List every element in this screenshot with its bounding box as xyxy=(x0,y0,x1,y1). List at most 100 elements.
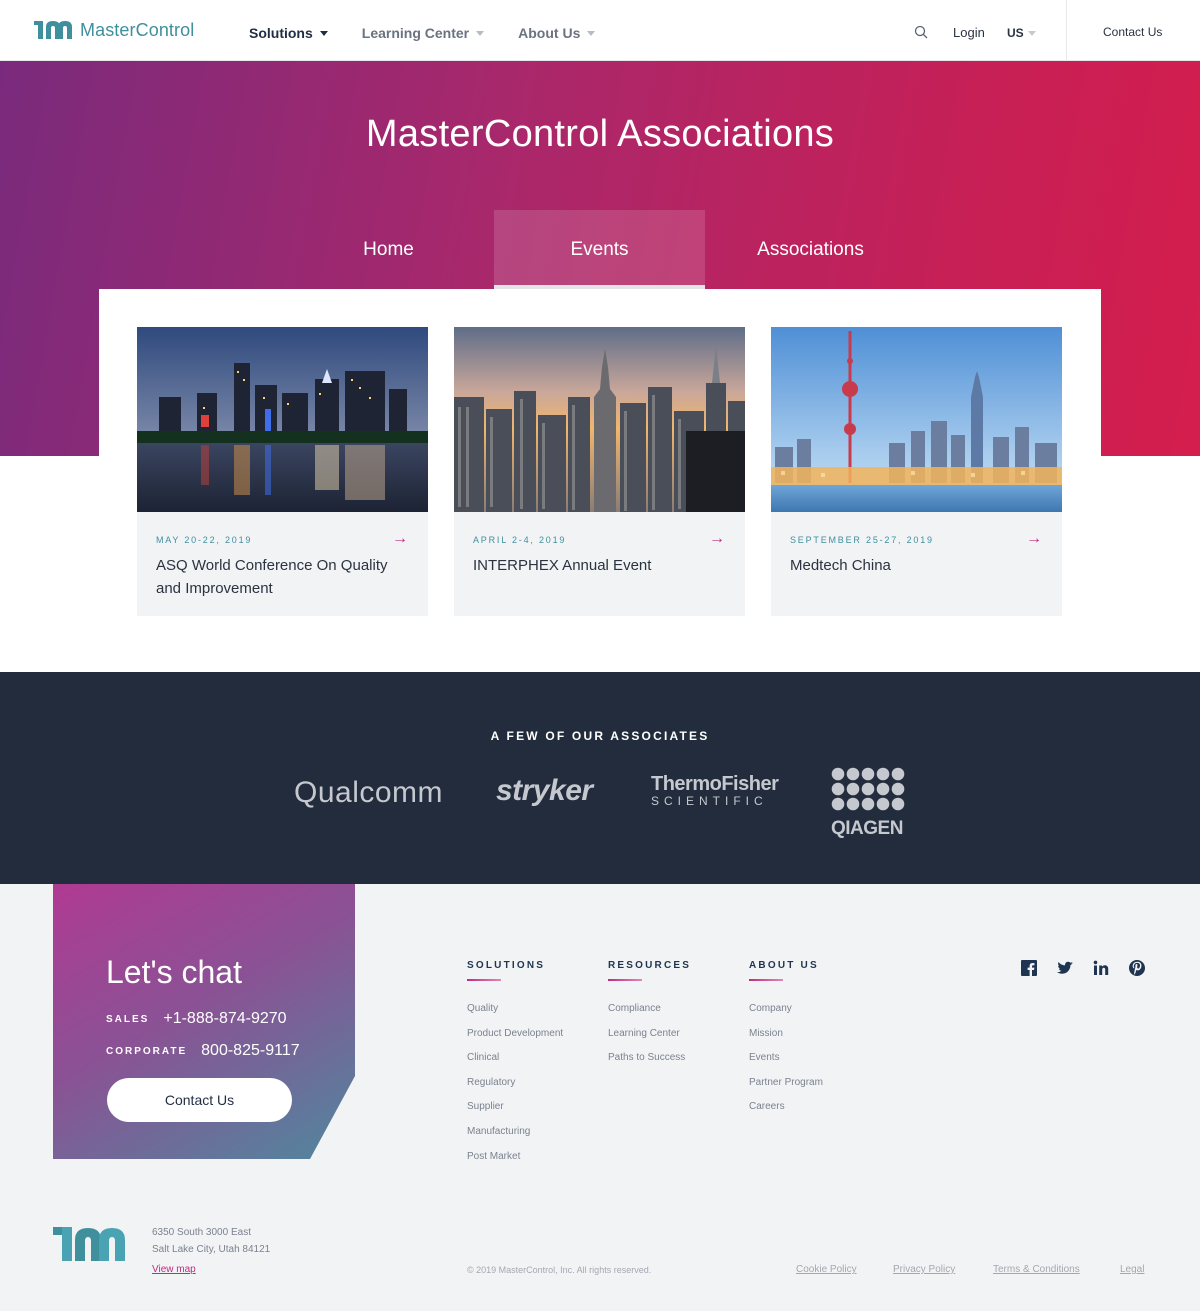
event-title: Medtech China xyxy=(790,557,891,574)
event-date: APRIL 2-4, 2019 xyxy=(473,535,567,545)
mastercontrol-footer-logo-icon[interactable] xyxy=(53,1226,128,1263)
footer-link[interactable]: Company xyxy=(749,1003,823,1028)
address-line-2: Salt Lake City, Utah 84121 xyxy=(152,1244,271,1255)
footer-link[interactable]: Partner Program xyxy=(749,1077,823,1102)
mastercontrol-logo-icon xyxy=(34,21,72,39)
event-date: MAY 20-22, 2019 xyxy=(156,535,253,545)
copyright-text: © 2019 MasterControl, Inc. All rights re… xyxy=(467,1265,652,1275)
cookie-policy-link[interactable]: Cookie Policy xyxy=(796,1264,857,1275)
event-image-austin-skyline xyxy=(137,327,428,512)
privacy-policy-link[interactable]: Privacy Policy xyxy=(893,1264,955,1275)
facebook-icon[interactable] xyxy=(1020,959,1038,977)
terms-conditions-link[interactable]: Terms & Conditions xyxy=(993,1264,1080,1275)
login-link[interactable]: Login xyxy=(953,25,985,40)
footer-column-heading: SOLUTIONS xyxy=(467,960,546,971)
arrow-right-icon[interactable]: → xyxy=(1026,530,1042,548)
heading-underline xyxy=(749,979,783,981)
pinterest-icon[interactable] xyxy=(1128,959,1146,977)
chat-title: Let's chat xyxy=(106,954,242,990)
footer-column-about-us: ABOUT US Company Mission Events Partner … xyxy=(749,960,823,1126)
chevron-down-icon xyxy=(1027,31,1036,36)
linkedin-icon[interactable] xyxy=(1092,959,1110,977)
chevron-down-icon xyxy=(319,31,328,36)
locale-selector[interactable]: US xyxy=(1007,26,1036,40)
event-date: SEPTEMBER 25-27, 2019 xyxy=(790,535,934,545)
page-title: MasterControl Associations xyxy=(365,113,835,155)
footer-link[interactable]: Paths to Success xyxy=(608,1052,691,1077)
legal-link[interactable]: Legal xyxy=(1120,1264,1144,1275)
footer-link[interactable]: Product Development xyxy=(467,1028,563,1053)
heading-underline xyxy=(608,979,642,981)
thermofisher-logo-top: ThermoFisher xyxy=(651,773,779,795)
twitter-icon[interactable] xyxy=(1056,959,1074,977)
sales-label: SALES xyxy=(106,1013,150,1025)
footer-link[interactable]: Compliance xyxy=(608,1003,691,1028)
sales-phone[interactable]: +1-888-874-9270 xyxy=(163,1010,286,1028)
section-tabs: Home Events Associations xyxy=(283,210,916,289)
contact-us-button[interactable]: Contact Us xyxy=(107,1078,292,1122)
footer-link[interactable]: Learning Center xyxy=(608,1028,691,1053)
address-line-1: 6350 South 3000 East xyxy=(152,1227,251,1238)
tab-associations[interactable]: Associations xyxy=(705,210,916,289)
event-card[interactable]: APRIL 2-4, 2019 → INTERPHEX Annual Event xyxy=(454,327,745,616)
mastercontrol-logo[interactable]: MasterControl xyxy=(34,19,194,41)
heading-underline xyxy=(467,979,501,981)
event-card[interactable]: MAY 20-22, 2019 → ASQ World Conference O… xyxy=(137,327,428,616)
stryker-logo: stryker xyxy=(496,774,593,807)
footer-column-resources: RESOURCES Compliance Learning Center Pat… xyxy=(608,960,691,1077)
corporate-phone[interactable]: 800-825-9117 xyxy=(201,1042,299,1060)
view-map-link[interactable]: View map xyxy=(152,1264,196,1275)
lets-chat-card: Let's chat SALES +1-888-874-9270 CORPORA… xyxy=(53,884,355,1159)
corporate-label: CORPORATE xyxy=(106,1045,188,1057)
footer-link[interactable]: Manufacturing xyxy=(467,1126,563,1151)
associates-title: A FEW OF OUR ASSOCIATES xyxy=(490,729,710,743)
arrow-right-icon[interactable]: → xyxy=(709,530,725,548)
event-title: INTERPHEX Annual Event xyxy=(473,557,652,574)
footer-link[interactable]: Post Market xyxy=(467,1151,563,1176)
qiagen-dots-icon xyxy=(831,767,905,811)
event-image-newyork-skyline xyxy=(454,327,745,512)
footer-link[interactable]: Events xyxy=(749,1052,823,1077)
footer-link[interactable]: Careers xyxy=(749,1101,823,1126)
search-icon[interactable] xyxy=(914,25,929,40)
corporate-phone-row: CORPORATE 800-825-9117 xyxy=(106,1042,300,1060)
thermofisher-logo-bottom: SCIENTIFIC xyxy=(651,794,768,808)
footer-column-heading: ABOUT US xyxy=(749,960,819,971)
arrow-right-icon[interactable]: → xyxy=(392,530,408,548)
logo-text: MasterControl xyxy=(80,19,195,40)
event-image-shanghai-skyline xyxy=(771,327,1062,512)
contact-us-link[interactable]: Contact Us xyxy=(1103,25,1162,39)
top-navigation-bar: MasterControl Solutions Learning Center … xyxy=(0,0,1200,61)
nav-solutions[interactable]: Solutions xyxy=(249,25,328,41)
tab-home[interactable]: Home xyxy=(283,210,494,289)
qiagen-logo: QIAGEN xyxy=(831,767,907,840)
company-address: 6350 South 3000 East Salt Lake City, Uta… xyxy=(152,1224,270,1258)
footer-link[interactable]: Mission xyxy=(749,1028,823,1053)
chevron-down-icon xyxy=(587,31,596,36)
footer-link[interactable]: Supplier xyxy=(467,1101,563,1126)
nav-about-us[interactable]: About Us xyxy=(518,25,596,41)
header-divider xyxy=(1066,0,1067,61)
locale-label: US xyxy=(1007,26,1024,40)
nav-learning-center[interactable]: Learning Center xyxy=(361,25,485,41)
footer-link[interactable]: Regulatory xyxy=(467,1077,563,1102)
event-card[interactable]: SEPTEMBER 25-27, 2019 → Medtech China xyxy=(771,327,1062,616)
tab-events[interactable]: Events xyxy=(494,210,705,289)
footer-link[interactable]: Quality xyxy=(467,1003,563,1028)
qiagen-logo-text: QIAGEN xyxy=(831,818,903,839)
event-title: ASQ World Conference On Quality and Impr… xyxy=(156,557,388,597)
events-panel: MAY 20-22, 2019 → ASQ World Conference O… xyxy=(99,289,1101,672)
footer-column-solutions: SOLUTIONS Quality Product Development Cl… xyxy=(467,960,563,1175)
thermofisher-logo: ThermoFisher SCIENTIFIC xyxy=(651,773,779,808)
sales-phone-row: SALES +1-888-874-9270 xyxy=(106,1010,287,1028)
nav-about-us-label: About Us xyxy=(518,25,581,41)
qualcomm-logo: Qualcomm xyxy=(294,776,444,809)
associates-section: A FEW OF OUR ASSOCIATES Qualcomm stryker… xyxy=(0,672,1200,884)
associates-logos: Qualcomm stryker ThermoFisher SCIENTIFIC… xyxy=(0,764,1200,839)
footer: Let's chat SALES +1-888-874-9270 CORPORA… xyxy=(0,884,1200,1311)
nav-learning-center-label: Learning Center xyxy=(361,25,470,41)
nav-solutions-label: Solutions xyxy=(249,25,313,41)
main-nav: Solutions Learning Center About Us xyxy=(249,25,629,41)
chevron-down-icon xyxy=(476,31,485,36)
footer-link[interactable]: Clinical xyxy=(467,1052,563,1077)
